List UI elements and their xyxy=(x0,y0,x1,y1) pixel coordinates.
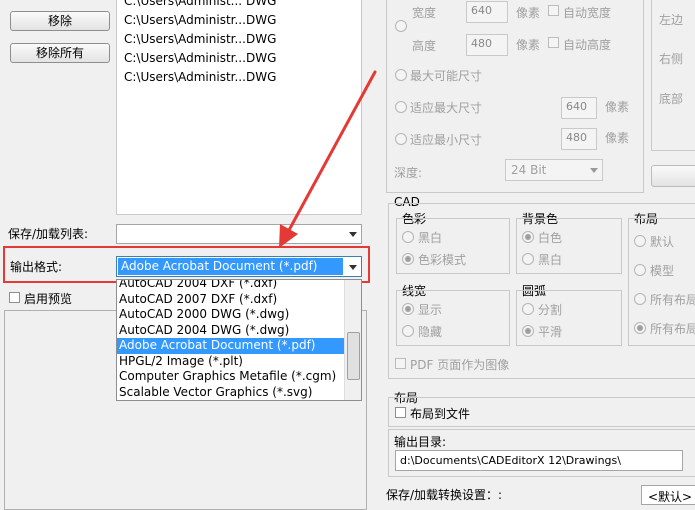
annotation-arrow xyxy=(279,70,377,248)
